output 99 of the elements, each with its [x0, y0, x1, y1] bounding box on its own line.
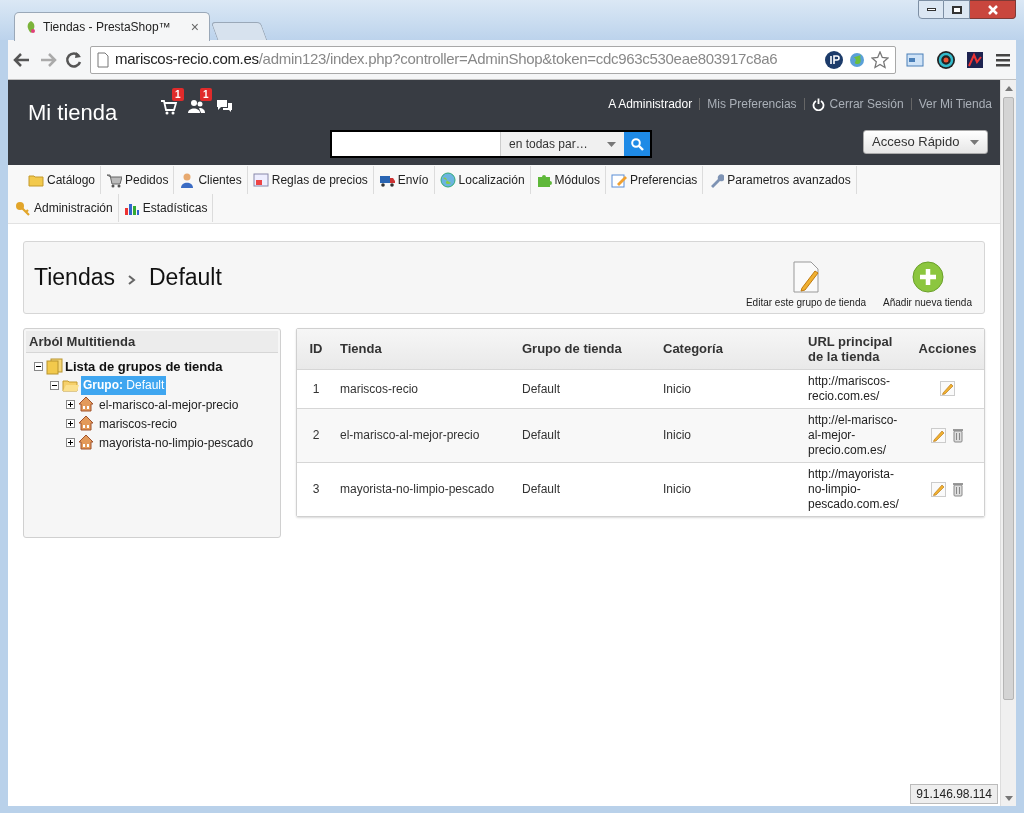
folders-icon: [46, 358, 63, 375]
table-cell: 1: [312, 381, 320, 396]
tree-item[interactable]: mariscos-recio: [97, 414, 179, 433]
menu-tab[interactable]: Localización: [434, 166, 531, 194]
trash-icon[interactable]: [952, 427, 964, 443]
menu-tab[interactable]: Módulos: [530, 166, 606, 194]
menu-icon[interactable]: [996, 52, 1010, 67]
panel-title: Arból Multitienda: [26, 331, 278, 353]
expand-icon[interactable]: [66, 400, 75, 409]
cart-icon: [106, 172, 123, 188]
menu-tab[interactable]: Preferencias: [605, 166, 704, 194]
column-header: Categoría: [663, 329, 808, 369]
header-link[interactable]: A Administrador: [608, 95, 693, 113]
folder-icon: [62, 377, 79, 394]
minimize-button[interactable]: [918, 0, 944, 19]
scrollbar[interactable]: [1000, 80, 1016, 806]
table-cell: Inicio: [663, 428, 691, 442]
globe-icon: [439, 172, 456, 188]
cart-icon[interactable]: [160, 98, 178, 116]
leaf-icon: [25, 20, 37, 34]
power-icon: [811, 97, 825, 111]
window-icon[interactable]: [906, 51, 924, 68]
menu-tab[interactable]: Estadísticas: [118, 194, 214, 222]
menu-tab[interactable]: Reglas de precios: [247, 166, 374, 194]
close-tab-button[interactable]: ×: [190, 20, 199, 34]
page-title: Tiendas: [34, 263, 115, 293]
edit-icon[interactable]: [931, 481, 946, 497]
pencil-icon: [610, 172, 627, 188]
color-wheel-icon[interactable]: [936, 49, 956, 70]
url-text: http://mayorista-no-limpio-pescado.com.es/: [808, 466, 899, 511]
trash-icon[interactable]: [952, 481, 964, 497]
page-icon: [97, 51, 109, 68]
expand-icon[interactable]: [66, 419, 75, 428]
column-header: Tienda: [335, 329, 522, 369]
tree-item[interactable]: el-marisco-al-mejor-precio: [97, 395, 241, 414]
page-subtitle: Default: [149, 263, 222, 293]
table-cell: mayorista-no-limpio-pescado: [340, 482, 495, 496]
maximize-button[interactable]: [944, 0, 970, 19]
scroll-up-icon[interactable]: [1004, 85, 1013, 91]
table-cell: Inicio: [663, 482, 691, 496]
folder-icon: [28, 172, 44, 188]
price-tag-icon: [252, 172, 269, 188]
table-cell: Default: [522, 428, 561, 442]
column-header: ID: [297, 329, 335, 369]
person-icon: [179, 172, 196, 188]
chart-icon[interactable]: [966, 50, 984, 69]
toolbar-button[interactable]: Editar este grupo de tienda: [745, 260, 867, 310]
table-cell: 3: [312, 482, 320, 496]
logout-link[interactable]: Cerrar Sesión: [811, 95, 904, 113]
key-icon: [15, 200, 31, 216]
column-header: Acciones: [911, 329, 984, 369]
tree-item[interactable]: mayorista-no-limpio-pescado: [97, 433, 256, 452]
reload-icon[interactable]: [64, 49, 84, 70]
users-icon[interactable]: [188, 98, 206, 116]
close-icon: [987, 4, 998, 15]
header-link[interactable]: Ver Mi Tienda: [918, 95, 992, 113]
ip-badge-icon[interactable]: [825, 50, 843, 69]
star-icon[interactable]: [871, 50, 889, 69]
table-cell: mariscos-recio: [340, 381, 418, 396]
tab-title: Tiendas - PrestaShop™: [43, 19, 172, 36]
close-window-button[interactable]: [970, 0, 1016, 19]
menu-tab[interactable]: Parametros avanzados: [703, 166, 857, 194]
table-cell: Default: [522, 381, 561, 396]
url-text: http://el-marisco-al-mejor-precio.com.es/: [808, 412, 898, 457]
toolbar-button[interactable]: Añadir nueva tienda: [883, 260, 972, 310]
tree-item[interactable]: Lista de grupos de tienda: [65, 356, 223, 377]
menu-tab[interactable]: Clientes: [174, 166, 248, 194]
globe-icon[interactable]: [849, 51, 865, 68]
column-header: URL principal de la tienda: [808, 329, 911, 369]
notification-badge: 1: [172, 88, 184, 101]
quick-access-dropdown[interactable]: Acceso Rápido: [863, 130, 988, 154]
ip-address-label: 91.146.98.114: [910, 784, 998, 804]
house-icon: [78, 396, 95, 413]
scroll-down-icon[interactable]: [1004, 795, 1013, 801]
url-text: http://mariscos-recio.com.es/: [808, 373, 891, 403]
puzzle-icon: [535, 172, 552, 188]
collapse-icon[interactable]: [50, 381, 59, 390]
header-link[interactable]: Mis Preferencias: [707, 95, 797, 113]
house-icon: [78, 415, 95, 432]
table-cell: Inicio: [663, 381, 691, 396]
browser-tab[interactable]: Tiendas - PrestaShop™ ×: [14, 12, 210, 41]
menu-tab[interactable]: Envío: [373, 166, 435, 194]
store-logo: Mi tienda: [28, 99, 118, 127]
menu-tab[interactable]: Administración: [10, 194, 119, 222]
add-icon: [911, 260, 944, 293]
caret-icon: [970, 139, 979, 145]
table-cell: Default: [522, 482, 561, 496]
notification-badge: 1: [200, 88, 212, 101]
menu-tab[interactable]: Catálogo: [23, 166, 102, 194]
menu-tab[interactable]: Pedidos: [101, 166, 175, 194]
column-header: Grupo de tienda: [522, 329, 663, 369]
chevron-icon: [127, 273, 137, 286]
table-cell: el-marisco-al-mejor-precio: [340, 428, 480, 442]
expand-icon[interactable]: [66, 438, 75, 447]
collapse-icon[interactable]: [34, 362, 43, 371]
house-icon: [78, 434, 95, 451]
table-cell: 2: [312, 428, 320, 442]
document-edit-icon: [791, 260, 821, 293]
address-bar[interactable]: mariscos-recio.com.es/admin123/index.php?controller=AdminShop&token=cdc963c530eae803917c8a6: [90, 45, 896, 74]
